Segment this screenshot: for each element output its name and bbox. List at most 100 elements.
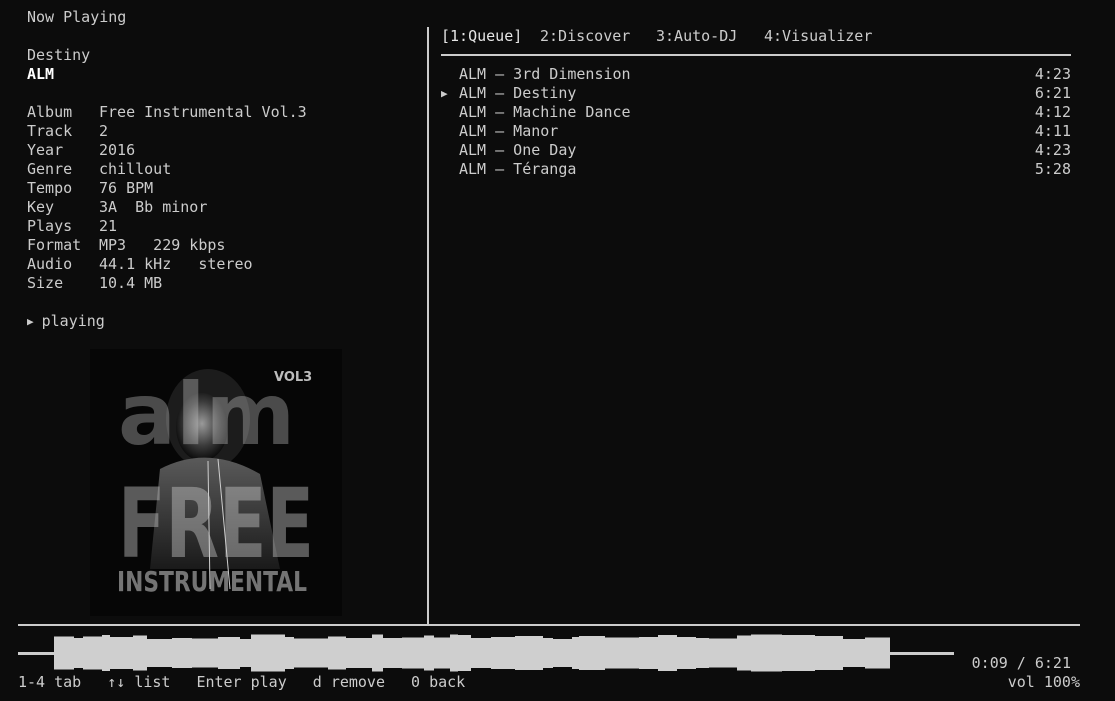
queue-track-title: ALM – Machine Dance bbox=[459, 103, 631, 121]
waveform-segment bbox=[102, 635, 110, 671]
tab-visualizer[interactable]: 4:Visualizer bbox=[764, 27, 872, 46]
tab-auto-dj[interactable]: 3:Auto-DJ bbox=[656, 27, 737, 46]
tab-queue[interactable]: [1:Queue] bbox=[441, 27, 522, 46]
footer-divider bbox=[18, 624, 1080, 626]
hint-play: Enter play bbox=[196, 673, 286, 692]
waveform-segment bbox=[677, 637, 696, 669]
metadata-label: Audio bbox=[27, 255, 73, 273]
queue-track-title: ALM – Destiny bbox=[459, 84, 577, 102]
hint-back: 0 back bbox=[411, 673, 465, 692]
queue-track-title: ALM – 3rd Dimension bbox=[459, 65, 631, 83]
metadata-value: 76 BPM bbox=[99, 179, 154, 197]
hint-action: list bbox=[134, 673, 171, 691]
metadata-value: 44.1 kHz stereo bbox=[99, 255, 253, 273]
metadata-value: 21 bbox=[99, 217, 118, 235]
queue-row[interactable]: ▶ ALM – Destiny 6:21 bbox=[441, 84, 1071, 103]
album-vol-text: VOL3 bbox=[274, 370, 312, 385]
waveform-segment bbox=[147, 639, 172, 667]
hint-list: ↑↓ list bbox=[107, 673, 170, 692]
hint-key: 0 bbox=[411, 673, 421, 691]
hint-key: Enter bbox=[196, 673, 242, 691]
queue-track-duration: 5:28 bbox=[1034, 160, 1071, 178]
playback-state: ▶ playing bbox=[27, 312, 105, 331]
hint-key: ↑↓ bbox=[107, 673, 126, 691]
waveform-segment bbox=[709, 638, 737, 668]
waveform-segment bbox=[515, 636, 543, 670]
album-logo-text: alm bbox=[118, 365, 295, 465]
hint-tab: 1-4 tab bbox=[18, 673, 81, 692]
metadata-label: Genre bbox=[27, 160, 73, 178]
metadata-label: Track bbox=[27, 122, 73, 140]
waveform-display bbox=[54, 634, 890, 672]
track-title: Destiny bbox=[27, 46, 91, 64]
waveform-segment bbox=[54, 636, 74, 670]
queue-track-duration: 4:23 bbox=[1034, 65, 1071, 83]
waveform-segment bbox=[110, 637, 133, 669]
queue-track-duration: 6:21 bbox=[1034, 84, 1071, 102]
volume-readout: vol 100% bbox=[1007, 673, 1080, 691]
queue-track-duration: 4:12 bbox=[1034, 103, 1071, 121]
waveform-segment bbox=[605, 637, 639, 669]
waveform-segment bbox=[696, 638, 709, 668]
hint-action: remove bbox=[330, 673, 385, 691]
waveform-segment bbox=[240, 639, 251, 667]
metadata-label: Tempo bbox=[27, 179, 73, 197]
waveform-segment bbox=[74, 638, 83, 668]
metadata-value: Free Instrumental Vol.3 bbox=[99, 103, 307, 121]
metadata-value: 10.4 MB bbox=[99, 274, 163, 292]
queue-track-duration: 4:23 bbox=[1034, 141, 1071, 159]
hint-action: back bbox=[429, 673, 466, 691]
metadata-label: Plays bbox=[27, 217, 73, 235]
waveform-segment bbox=[172, 638, 192, 668]
waveform-segment bbox=[372, 634, 383, 672]
queue-row[interactable]: ALM – Téranga 5:28 bbox=[441, 160, 1071, 179]
album-art: alm VOL3 FREE INSTRUMENTAL bbox=[90, 349, 342, 616]
waveform-segment bbox=[553, 639, 572, 667]
metadata-value: MP3 229 kbps bbox=[99, 236, 226, 254]
waveform-segment bbox=[815, 636, 843, 670]
waveform-segment bbox=[192, 638, 218, 668]
queue-row[interactable]: ALM – One Day 4:23 bbox=[441, 141, 1071, 160]
waveform-segment bbox=[843, 639, 865, 667]
play-triangle-icon: ▶ bbox=[441, 87, 448, 100]
queue-row[interactable]: ALM – Manor 4:11 bbox=[441, 122, 1071, 141]
progress-bar[interactable] bbox=[18, 634, 954, 672]
waveform-segment bbox=[328, 636, 346, 670]
waveform-segment bbox=[251, 634, 285, 672]
waveform-segment bbox=[865, 637, 880, 669]
metadata-value: 2016 bbox=[99, 141, 136, 159]
hint-action: tab bbox=[54, 673, 82, 691]
waveform-segment bbox=[737, 635, 751, 671]
metadata-label: Size bbox=[27, 274, 64, 292]
time-readout: 0:09 / 6:21 bbox=[971, 654, 1071, 672]
waveform-segment bbox=[572, 637, 579, 669]
metadata-label: Format bbox=[27, 236, 82, 254]
queue-track-title: ALM – Manor bbox=[459, 122, 559, 140]
waveform-segment bbox=[751, 634, 782, 672]
hint-key: 1-4 bbox=[18, 673, 46, 691]
queue-track-duration: 4:11 bbox=[1034, 122, 1071, 140]
waveform-segment bbox=[639, 637, 658, 669]
waveform-segment bbox=[402, 637, 424, 669]
queue-track-title: ALM – Téranga bbox=[459, 160, 577, 178]
metadata-label: Year bbox=[27, 141, 64, 159]
album-word-free: FREE bbox=[118, 468, 314, 580]
metadata-label: Key bbox=[27, 198, 55, 216]
track-artist: ALM bbox=[27, 65, 55, 83]
hint-key: d bbox=[312, 673, 322, 691]
queue-row[interactable]: ALM – Machine Dance 4:12 bbox=[441, 103, 1071, 122]
queue-row[interactable]: ALM – 3rd Dimension 4:23 bbox=[441, 65, 1071, 84]
waveform-segment bbox=[133, 635, 147, 671]
waveform-segment bbox=[782, 635, 815, 671]
tab-underline-rule bbox=[441, 54, 1071, 56]
waveform-segment bbox=[658, 635, 677, 671]
waveform-segment bbox=[880, 637, 890, 669]
waveform-segment bbox=[458, 635, 471, 671]
waveform-segment bbox=[450, 634, 458, 672]
tab-discover[interactable]: 2:Discover bbox=[540, 27, 630, 46]
waveform-segment bbox=[294, 638, 328, 668]
queue-track-title: ALM – One Day bbox=[459, 141, 577, 159]
keyboard-hints: 1-4 tab ↑↓ list Enter play d remove 0 back bbox=[18, 673, 491, 692]
metadata-value: 2 bbox=[99, 122, 109, 140]
queue-list: ALM – 3rd Dimension 4:23 ▶ ALM – Destiny 6:2… bbox=[441, 65, 1071, 179]
